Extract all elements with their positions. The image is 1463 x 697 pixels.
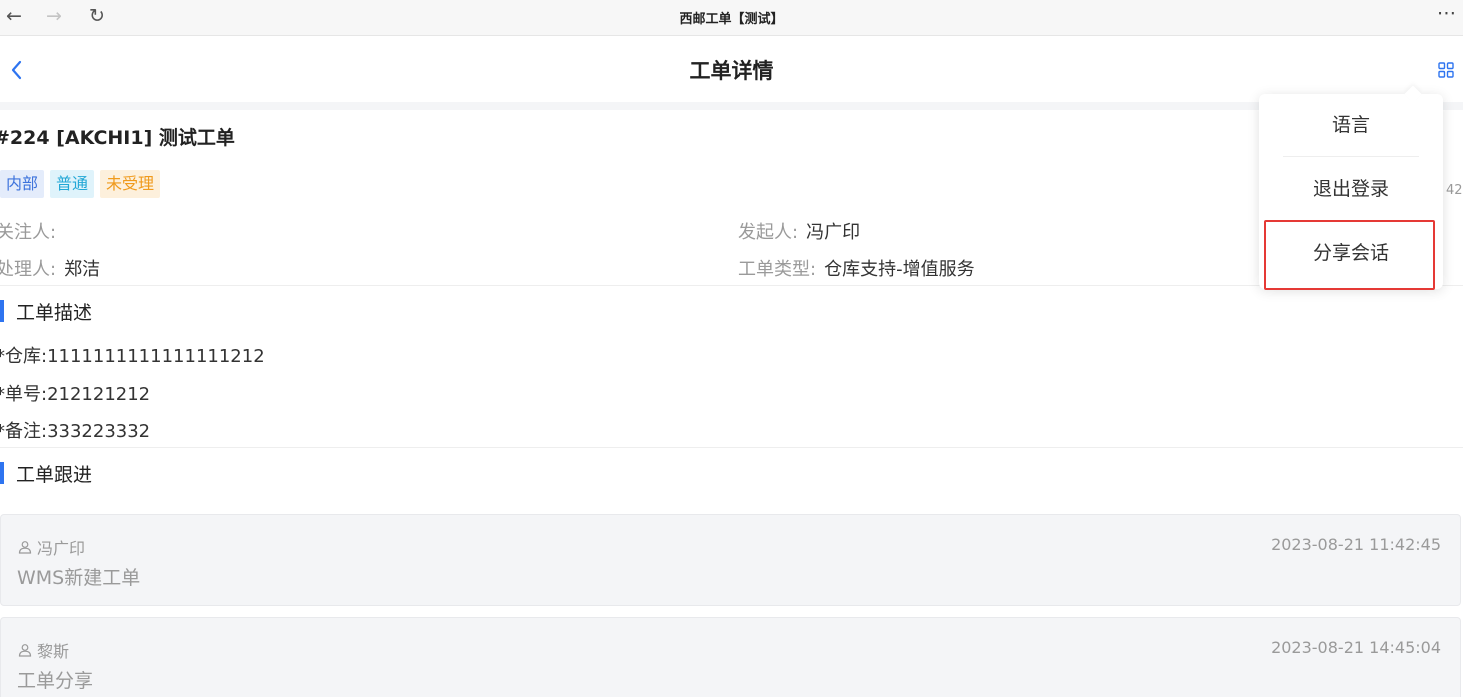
followup-time: 2023-08-21 11:42:45: [1271, 535, 1441, 554]
browser-more-icon[interactable]: ⋯: [1437, 2, 1456, 24]
handler-value: 郑洁: [64, 259, 101, 280]
menu-divider: [1283, 156, 1419, 157]
followup-heading: 工单跟进: [0, 461, 93, 486]
nav-header: 工单详情: [0, 37, 1463, 103]
ticket-time-partial: 42: [1446, 183, 1463, 198]
watchers-row: 关注人:: [0, 218, 64, 244]
type-value: 仓库支持-增值服务: [824, 259, 975, 280]
followup-card: 黎斯 2023-08-21 14:45:04 工单分享: [0, 617, 1461, 697]
followup-user-name: 黎斯: [37, 642, 70, 661]
description-heading: 工单描述: [0, 299, 93, 324]
section-accent-bar: [0, 300, 4, 322]
initiator-value: 冯广印: [806, 222, 861, 243]
followup-user-name: 冯广印: [37, 539, 86, 558]
page: ← → ↻ 西邮工单【测试】 ⋯ 工单详情 #224 [AKCHI1] 测试工单…: [0, 0, 1463, 697]
ticket-title: #224 [AKCHI1] 测试工单: [0, 127, 235, 149]
initiator-row: 发起人: 冯广印: [738, 218, 860, 244]
tag-status: 未受理: [100, 170, 161, 198]
ticket-tags: 内部 普通 未受理: [0, 170, 161, 198]
followup-user: 冯广印: [18, 535, 85, 559]
description-remark: *备注:333223332: [0, 421, 151, 442]
handler-row: 处理人: 郑洁: [0, 255, 100, 281]
description-heading-label: 工单描述: [16, 301, 93, 324]
menu-button[interactable]: [1437, 61, 1455, 79]
menu-item-language[interactable]: 语言: [1259, 94, 1443, 156]
followup-card: 冯广印 2023-08-21 11:42:45 WMS新建工单: [0, 514, 1461, 606]
divider: [0, 447, 1463, 448]
page-title: 工单详情: [689, 59, 774, 83]
highlight-box: [1264, 220, 1435, 290]
dropdown-menu: 语言 退出登录 分享会话: [1259, 85, 1443, 290]
divider: [0, 285, 1463, 286]
initiator-label: 发起人:: [738, 222, 799, 243]
description-warehouse: *仓库:1111111111111111212: [0, 346, 265, 367]
browser-title: 西邮工单【测试】: [679, 12, 784, 27]
header-separator: [0, 102, 1463, 110]
browser-bar: ← → ↻ 西邮工单【测试】 ⋯: [0, 0, 1463, 36]
section-accent-bar: [0, 462, 4, 484]
handler-label: 处理人:: [0, 259, 57, 280]
type-row: 工单类型: 仓库支持-增值服务: [738, 255, 975, 281]
followup-content: WMS新建工单: [17, 567, 141, 589]
user-icon: [18, 541, 32, 554]
user-icon: [18, 644, 32, 657]
followup-time: 2023-08-21 14:45:04: [1271, 638, 1441, 657]
tag-priority: 普通: [50, 170, 95, 198]
grid-icon: [1438, 62, 1454, 78]
followup-heading-label: 工单跟进: [16, 463, 93, 486]
menu-item-logout[interactable]: 退出登录: [1259, 158, 1443, 220]
followup-user: 黎斯: [18, 638, 69, 662]
watchers-label: 关注人:: [0, 222, 57, 243]
followup-content: 工单分享: [17, 670, 94, 692]
type-label: 工单类型:: [738, 259, 817, 280]
description-order-no: *单号:212121212: [0, 384, 151, 405]
tag-internal: 内部: [0, 170, 45, 198]
